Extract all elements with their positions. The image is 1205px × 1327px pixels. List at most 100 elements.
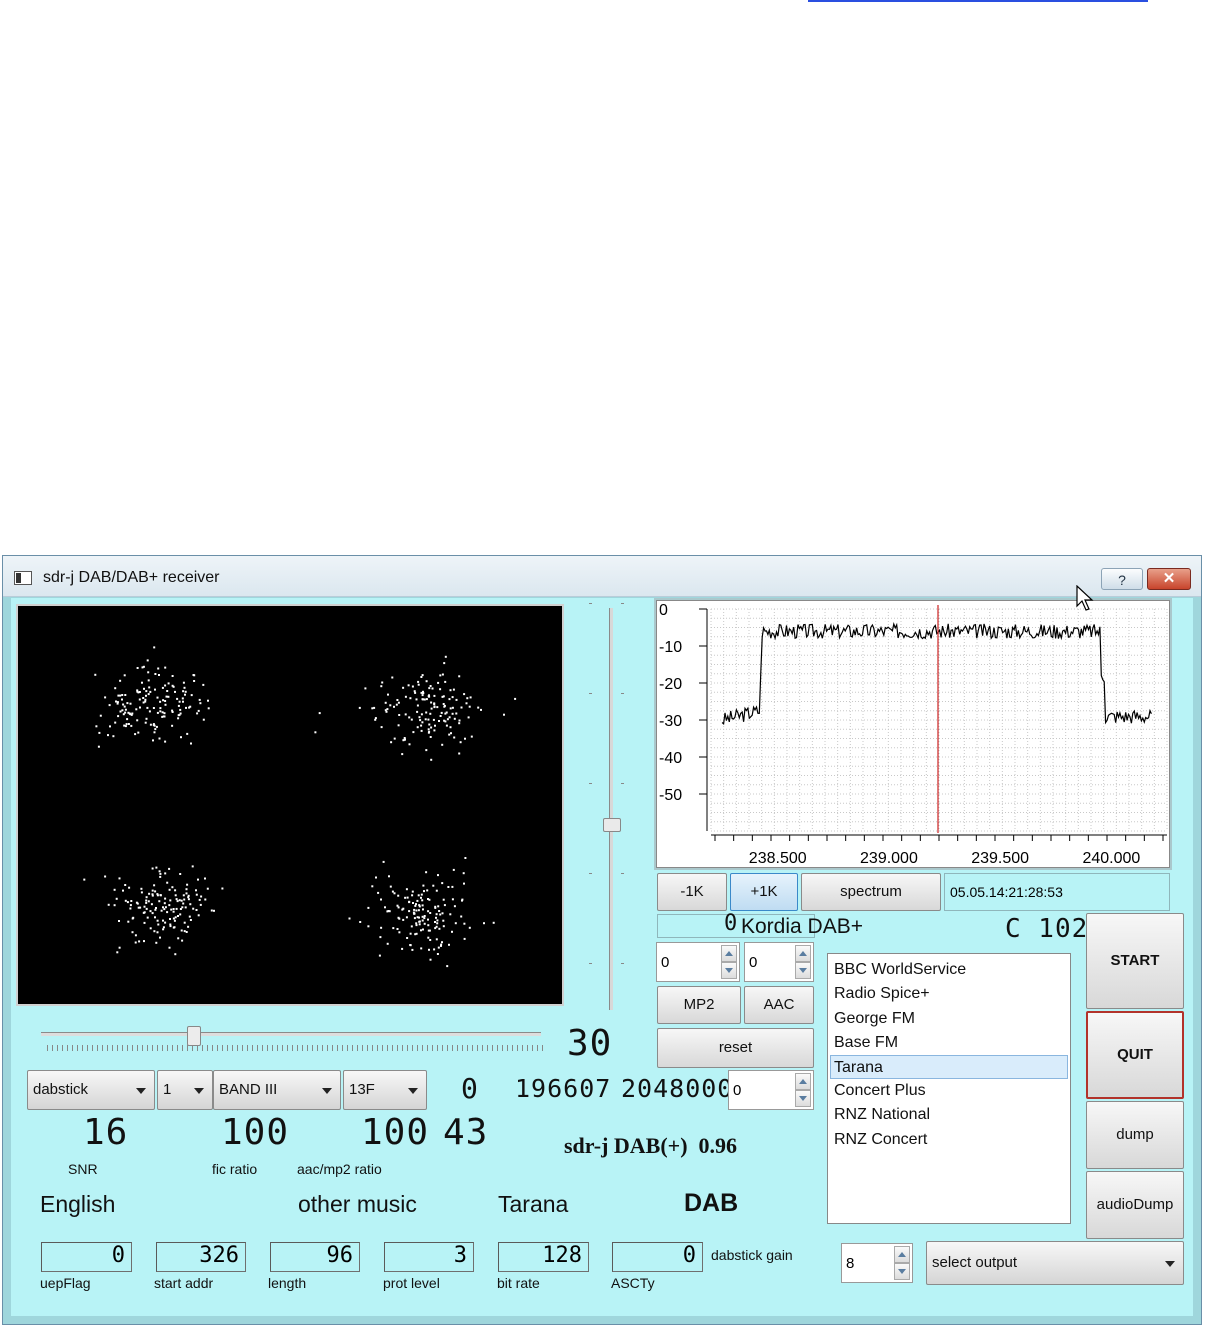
- band-select[interactable]: BAND III: [213, 1070, 341, 1110]
- service-item[interactable]: RNZ National: [828, 1103, 1070, 1127]
- service-item[interactable]: BBC WorldService: [828, 958, 1070, 982]
- x-tick-label: 240.000: [1082, 850, 1140, 867]
- start-addr-box: 326: [156, 1242, 246, 1272]
- lcd-b: 196607: [515, 1074, 612, 1103]
- gain-slider-ticks: [47, 1045, 543, 1051]
- audiodump-button[interactable]: audioDump: [1086, 1171, 1184, 1239]
- dump-button[interactable]: dump: [1086, 1101, 1184, 1169]
- title-bar: sdr-j DAB/DAB+ receiver ? ✕: [3, 556, 1201, 597]
- spectrum-grid: [706, 608, 1168, 836]
- vertical-slider-track[interactable]: [609, 608, 613, 1010]
- spin-down-icon[interactable]: [721, 962, 737, 979]
- channel-select-value: 13F: [349, 1081, 375, 1098]
- spin-down-icon[interactable]: [795, 1090, 811, 1107]
- device-index-select[interactable]: 1: [157, 1070, 213, 1110]
- service-item[interactable]: George FM: [828, 1007, 1070, 1031]
- offset-spinbox[interactable]: 0: [728, 1070, 814, 1110]
- y-tick-label: -50: [659, 787, 682, 804]
- y-tick-label: -40: [659, 750, 682, 767]
- spectrum-plot: 0 -10 -20 -30 -40 -50 238.500 239.000 239.500 24…: [659, 602, 1168, 867]
- x-tick-label: 238.500: [749, 850, 807, 867]
- gain-slider-track[interactable]: [41, 1032, 541, 1036]
- extra-lcd: 43: [443, 1112, 489, 1153]
- main-panel: 0 -10 -20 -30 -40 -50 238.500 239.000 239.500 24…: [11, 598, 1193, 1316]
- subchannel-spinbox-a[interactable]: 0: [656, 942, 740, 982]
- snr-lcd: 16: [83, 1112, 129, 1153]
- y-tick-label: 0: [659, 602, 668, 619]
- spin-up-icon[interactable]: [795, 1073, 811, 1090]
- output-select-value: select output: [932, 1254, 1018, 1271]
- spin-up-icon[interactable]: [894, 1246, 910, 1263]
- language-label: English: [40, 1191, 116, 1217]
- plus-1k-button[interactable]: +1K: [730, 873, 798, 911]
- fic-lcd: 100: [221, 1112, 290, 1153]
- lcd-c: 2048000: [621, 1074, 734, 1103]
- spin-up-icon[interactable]: [721, 945, 737, 962]
- service-item[interactable]: Tarana: [830, 1055, 1068, 1080]
- slider-value-lcd: 30: [567, 1023, 613, 1064]
- aac-button[interactable]: AAC: [744, 986, 814, 1024]
- device-index-value: 1: [163, 1081, 172, 1098]
- spin-down-icon[interactable]: [795, 962, 811, 979]
- reset-button[interactable]: reset: [657, 1028, 814, 1068]
- spinbox-a-value: 0: [661, 954, 670, 971]
- service-item[interactable]: Radio Spice+: [828, 982, 1070, 1006]
- constellation-plot: [83, 646, 517, 968]
- prot-level-box: 3: [384, 1242, 474, 1272]
- snr-label: SNR: [68, 1161, 98, 1177]
- output-select[interactable]: select output: [926, 1241, 1184, 1285]
- version-label: sdr-j DAB(+) 0.96: [564, 1133, 738, 1158]
- gain-slider-handle[interactable]: [187, 1026, 201, 1046]
- ensemble-name: Kordia DAB+: [741, 915, 863, 938]
- start-addr-label: start addr: [154, 1275, 214, 1291]
- genre-label: other music: [298, 1191, 417, 1217]
- lcd-a: 0: [461, 1072, 479, 1105]
- y-tick-label: -30: [659, 713, 682, 730]
- ascty-box: 0: [612, 1242, 703, 1272]
- ensemble-lcd: 0: [724, 911, 739, 936]
- top-link-underline[interactable]: [808, 0, 1148, 2]
- band-select-value: BAND III: [219, 1081, 278, 1098]
- spectrum-x-axis: 238.500 239.000 239.500 240.000: [714, 835, 1164, 867]
- channel-lcd: C 102: [1005, 914, 1089, 944]
- spectrum-button[interactable]: spectrum: [801, 873, 941, 911]
- station-label: Tarana: [498, 1191, 569, 1217]
- chevron-down-icon: [194, 1088, 204, 1094]
- mode-label: DAB: [684, 1189, 739, 1217]
- service-item[interactable]: Concert Plus: [828, 1079, 1070, 1103]
- service-item[interactable]: RNZ Concert: [828, 1128, 1070, 1152]
- offset-spinbox-value: 0: [733, 1082, 742, 1099]
- uepflag-box: 0: [41, 1242, 132, 1272]
- channel-select[interactable]: 13F: [343, 1070, 427, 1110]
- mp2-button[interactable]: MP2: [657, 986, 741, 1024]
- chevron-down-icon: [322, 1088, 332, 1094]
- help-button[interactable]: ?: [1101, 568, 1143, 590]
- aac-label: aac/mp2 ratio: [297, 1161, 382, 1177]
- subchannel-spinbox-b[interactable]: 0: [744, 942, 814, 982]
- length-label: length: [268, 1275, 307, 1291]
- app-window: sdr-j DAB/DAB+ receiver ? ✕ 0 -10 -20 -30 -4…: [2, 555, 1202, 1325]
- ascty-label: ASCTy: [611, 1275, 655, 1291]
- spin-down-icon[interactable]: [894, 1263, 910, 1280]
- device-select-value: dabstick: [33, 1081, 89, 1098]
- vertical-slider-handle[interactable]: [603, 818, 621, 832]
- service-list[interactable]: BBC WorldService Radio Spice+ George FM Bas…: [827, 953, 1071, 1224]
- service-item[interactable]: Base FM: [828, 1031, 1070, 1055]
- x-tick-label: 239.500: [971, 850, 1029, 867]
- minus-1k-button[interactable]: -1K: [657, 873, 727, 911]
- app-icon: [14, 571, 32, 585]
- gain-spinbox[interactable]: 8: [841, 1243, 913, 1283]
- device-select[interactable]: dabstick: [27, 1070, 155, 1110]
- y-tick-label: -20: [659, 676, 682, 693]
- start-button[interactable]: START: [1086, 913, 1184, 1009]
- chevron-down-icon: [136, 1088, 146, 1094]
- spin-up-icon[interactable]: [795, 945, 811, 962]
- bit-rate-box: 128: [498, 1242, 589, 1272]
- window-title: sdr-j DAB/DAB+ receiver: [43, 569, 220, 586]
- fic-label: fic ratio: [212, 1161, 258, 1177]
- quit-button[interactable]: QUIT: [1086, 1011, 1184, 1099]
- chevron-down-icon: [408, 1088, 418, 1094]
- aac-lcd: 100: [361, 1112, 430, 1153]
- spectrum-y-axis: 0 -10 -20 -30 -40 -50: [659, 602, 707, 804]
- close-button[interactable]: ✕: [1147, 568, 1191, 590]
